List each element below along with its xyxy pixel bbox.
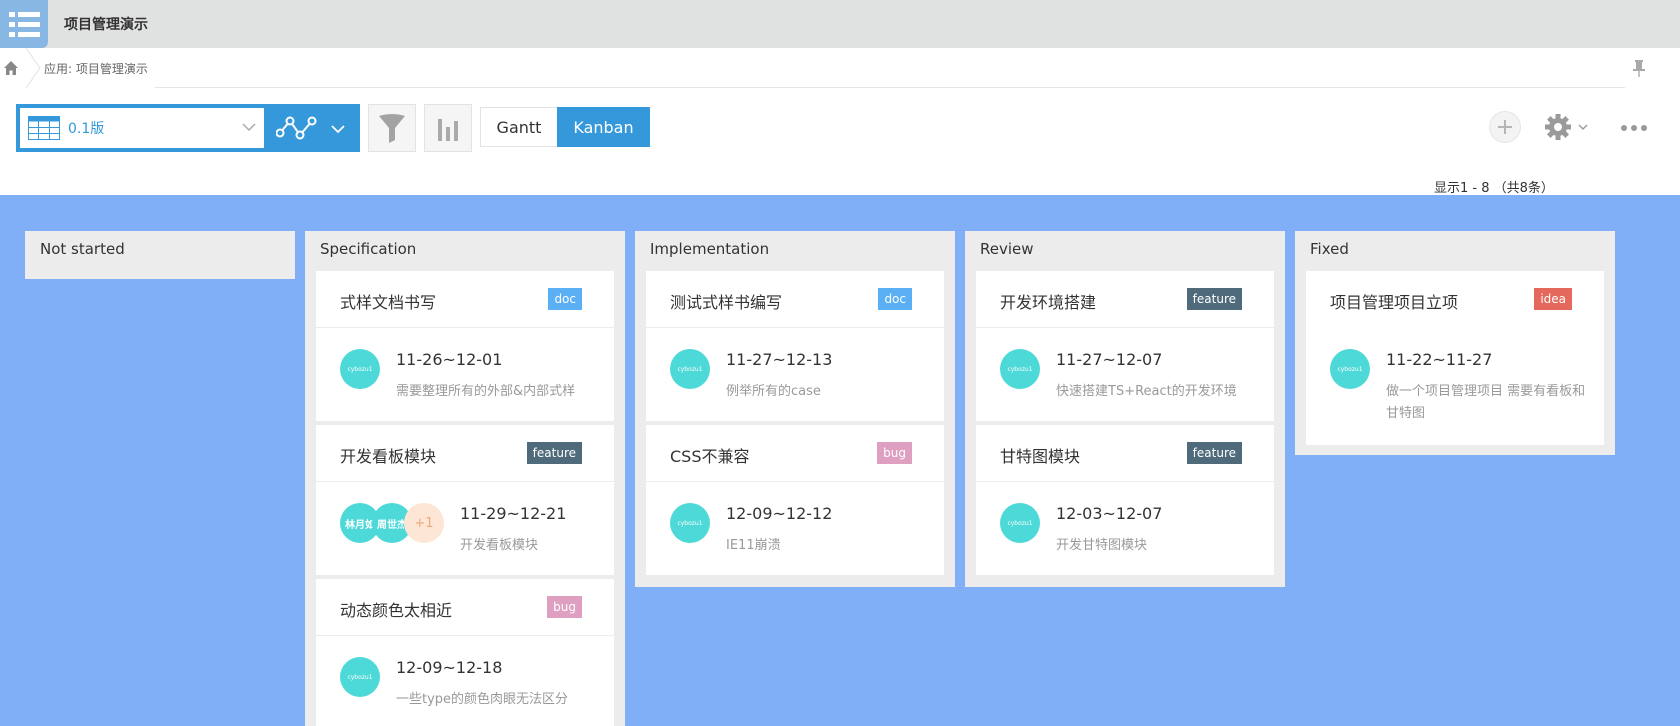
plus-icon xyxy=(1498,120,1512,134)
kanban-card[interactable]: 开发看板模块 feature 林月如 周世杰 +1 11-29~12-21 开发… xyxy=(316,425,614,575)
avatar[interactable]: cybozu1 xyxy=(670,349,710,389)
kanban-card[interactable]: 甘特图模块 feature cybozu1 12-03~12-07 开发甘特图模… xyxy=(976,425,1274,575)
avatar[interactable]: cybozu1 xyxy=(1000,349,1040,389)
breadcrumb[interactable]: 应用: 项目管理演示 xyxy=(44,60,148,77)
graph-view-button[interactable] xyxy=(268,104,360,152)
card-title: 甘特图模块 xyxy=(1000,447,1081,466)
date-range: 11-26~12-01 xyxy=(396,350,503,369)
divider xyxy=(646,481,944,482)
divider xyxy=(976,481,1274,482)
card-title: CSS不兼容 xyxy=(670,447,750,466)
date-range: 11-22~11-27 xyxy=(1386,350,1493,369)
card-description: 需要整理所有的外部&内部式样 xyxy=(396,384,576,399)
more-icon[interactable] xyxy=(1620,124,1648,132)
column-title: Fixed xyxy=(1310,240,1349,258)
app-header: 项目管理演示 xyxy=(0,0,1680,48)
type-badge: idea xyxy=(1534,288,1572,310)
avatar[interactable]: cybozu1 xyxy=(1330,349,1370,389)
column-implementation: Implementation 测试式样书编写 doc cybozu1 11-27… xyxy=(635,231,955,587)
date-range: 12-09~12-12 xyxy=(726,504,833,523)
gear-icon[interactable] xyxy=(1545,114,1571,140)
card-title: 开发看板模块 xyxy=(340,447,437,466)
chart-button[interactable] xyxy=(424,104,472,152)
divider xyxy=(316,327,614,328)
filter-button[interactable] xyxy=(368,104,416,152)
type-badge: bug xyxy=(877,442,912,464)
chevron-down-icon xyxy=(242,123,256,132)
column-title: Review xyxy=(980,240,1034,258)
card-description: 例举所有的case xyxy=(726,384,821,399)
table-icon xyxy=(28,116,60,140)
column-fixed: Fixed 项目管理项目立项 idea cybozu1 11-22~11-27 … xyxy=(1295,231,1615,455)
avatar[interactable]: cybozu1 xyxy=(1000,503,1040,543)
more-avatars-badge[interactable]: +1 xyxy=(404,503,444,543)
pin-icon[interactable] xyxy=(1632,59,1646,77)
date-range: 12-03~12-07 xyxy=(1056,504,1163,523)
kanban-card[interactable]: 开发环境搭建 feature cybozu1 11-27~12-07 快速搭建T… xyxy=(976,271,1274,421)
card-title: 测试式样书编写 xyxy=(670,293,783,312)
app-list-icon[interactable] xyxy=(0,0,48,48)
date-range: 11-29~12-21 xyxy=(460,504,567,523)
gantt-tab[interactable]: Gantt xyxy=(480,107,558,147)
type-badge: feature xyxy=(1186,442,1242,464)
type-badge: doc xyxy=(548,288,582,310)
column-title: Not started xyxy=(40,240,125,258)
divider xyxy=(316,635,614,636)
card-description: 开发看板模块 xyxy=(460,538,539,553)
type-badge: feature xyxy=(526,442,582,464)
column-title: Implementation xyxy=(650,240,770,258)
divider xyxy=(976,327,1274,328)
card-description: 快速搭建TS+React的开发环境 xyxy=(1056,384,1237,399)
column-title: Specification xyxy=(320,240,417,258)
home-icon[interactable] xyxy=(3,60,19,76)
avatar[interactable]: cybozu1 xyxy=(340,349,380,389)
column-review: Review 开发环境搭建 feature cybozu1 11-27~12-0… xyxy=(965,231,1285,587)
date-range: 12-09~12-18 xyxy=(396,658,503,677)
type-badge: bug xyxy=(547,596,582,618)
app-title: 项目管理演示 xyxy=(64,17,148,33)
kanban-card[interactable]: 式样文档书写 doc cybozu1 11-26~12-01 需要整理所有的外部… xyxy=(316,271,614,421)
card-description: 一些type的颜色肉眼无法区分 xyxy=(396,692,569,707)
breadcrumb-bar xyxy=(0,48,1680,88)
divider xyxy=(316,481,614,482)
chevron-down-icon[interactable] xyxy=(1578,124,1588,131)
divider xyxy=(646,327,944,328)
kanban-card[interactable]: 项目管理项目立项 idea cybozu1 11-22~11-27 做一个项目管… xyxy=(1306,271,1604,445)
chevron-down-icon xyxy=(331,125,345,134)
date-range: 11-27~12-07 xyxy=(1056,350,1163,369)
record-count: 显示1 - 8 （共8条） xyxy=(1434,181,1554,196)
card-title: 式样文档书写 xyxy=(340,293,437,312)
kanban-tab[interactable]: Kanban xyxy=(557,107,650,147)
bar-chart-icon xyxy=(438,119,458,141)
view-select-label: 0.1版 xyxy=(68,121,105,137)
kanban-card[interactable]: 动态颜色太相近 bug cybozu1 12-09~12-18 一些type的颜… xyxy=(316,579,614,726)
kanban-card[interactable]: CSS不兼容 bug cybozu1 12-09~12-12 IE11崩溃 xyxy=(646,425,944,575)
graph-icon xyxy=(276,116,317,140)
breadcrumb-separator xyxy=(26,48,41,88)
avatar[interactable]: cybozu1 xyxy=(670,503,710,543)
card-title: 动态颜色太相近 xyxy=(340,601,453,620)
card-description: IE11崩溃 xyxy=(726,538,781,553)
card-title: 开发环境搭建 xyxy=(1000,293,1097,312)
kanban-board: Not started Specification 式样文档书写 doc cyb… xyxy=(0,195,1680,726)
filter-icon xyxy=(379,114,405,143)
card-title: 项目管理项目立项 xyxy=(1330,293,1459,312)
divider xyxy=(155,87,1625,88)
column-not-started: Not started xyxy=(25,231,295,279)
type-badge: doc xyxy=(878,288,912,310)
avatar[interactable]: cybozu1 xyxy=(340,657,380,697)
card-description: 开发甘特图模块 xyxy=(1056,538,1148,553)
date-range: 11-27~12-13 xyxy=(726,350,833,369)
view-select[interactable]: 0.1版 xyxy=(16,104,268,152)
card-description: 做一个项目管理项目 需要有看板和甘特图 xyxy=(1386,384,1586,421)
kanban-card[interactable]: 测试式样书编写 doc cybozu1 11-27~12-13 例举所有的cas… xyxy=(646,271,944,421)
add-button[interactable] xyxy=(1489,111,1521,143)
column-specification: Specification 式样文档书写 doc cybozu1 11-26~1… xyxy=(305,231,625,726)
type-badge: feature xyxy=(1186,288,1242,310)
